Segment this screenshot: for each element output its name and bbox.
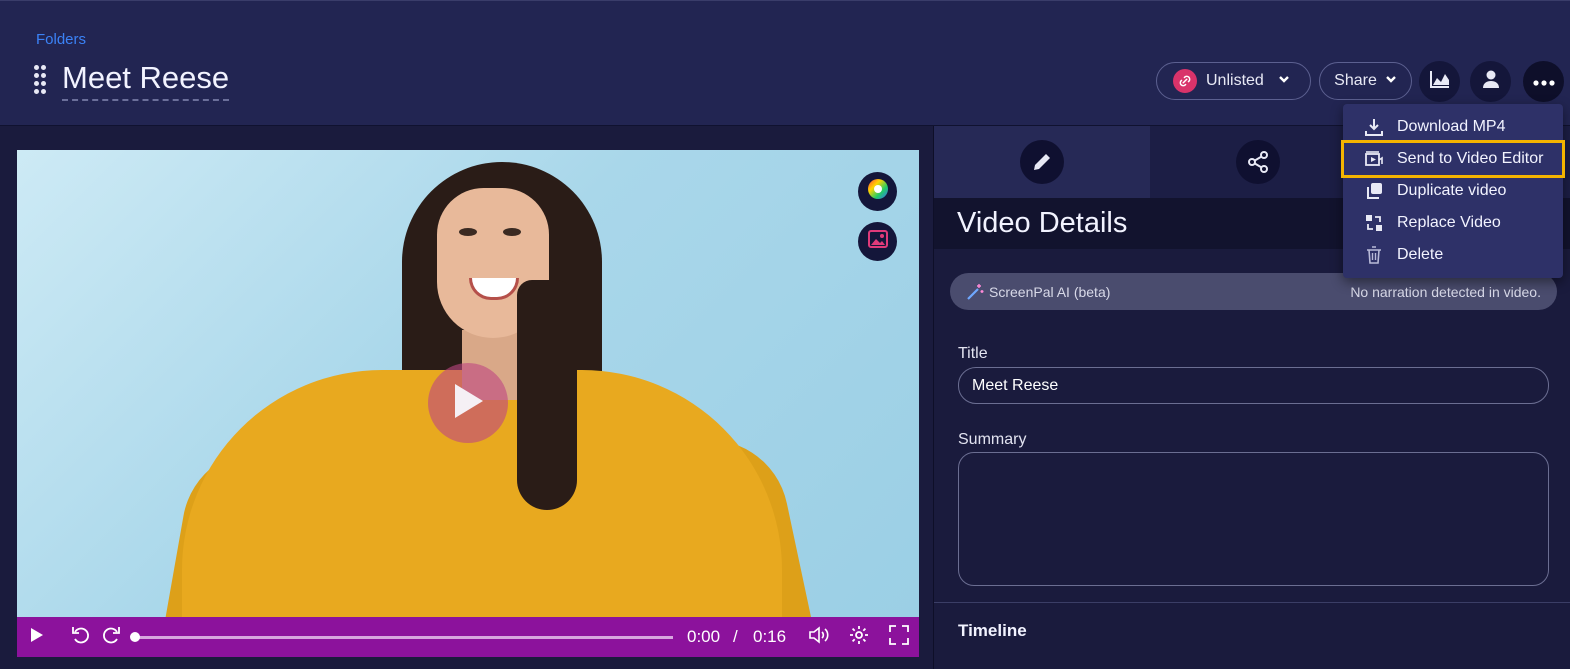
chevron-down-icon bbox=[1278, 72, 1290, 90]
pencil-icon bbox=[1020, 140, 1064, 184]
summary-textarea[interactable] bbox=[958, 452, 1549, 586]
chart-icon bbox=[1429, 69, 1451, 94]
visibility-dropdown[interactable]: Unlisted bbox=[1156, 62, 1311, 100]
share-label: Share bbox=[1334, 72, 1377, 89]
analytics-button[interactable] bbox=[1419, 61, 1460, 102]
video-frame-eye bbox=[459, 228, 477, 236]
volume-icon bbox=[808, 625, 830, 649]
fullscreen-icon bbox=[889, 624, 909, 650]
volume-button[interactable] bbox=[807, 617, 831, 657]
breadcrumb-folders[interactable]: Folders bbox=[36, 31, 86, 48]
ai-label: ScreenPal AI (beta) bbox=[989, 283, 1111, 300]
play-icon bbox=[30, 627, 44, 648]
ai-status: No narration detected in video. bbox=[1350, 283, 1541, 300]
menu-item-send-to-video-editor[interactable]: Send to Video Editor bbox=[1341, 140, 1565, 178]
menu-item-delete[interactable]: Delete bbox=[1343, 239, 1563, 271]
color-wheel-icon bbox=[867, 178, 889, 205]
menu-item-download-mp4[interactable]: Download MP4 bbox=[1343, 111, 1563, 143]
video-frame-eye bbox=[503, 228, 521, 236]
link-icon bbox=[1173, 69, 1197, 93]
drag-handle-icon[interactable] bbox=[34, 65, 48, 97]
tab-edit-details[interactable] bbox=[934, 126, 1150, 198]
ai-assistant-bar[interactable]: ScreenPal AI (beta) No narration detecte… bbox=[950, 273, 1557, 310]
image-icon bbox=[867, 230, 888, 253]
tab-sharing[interactable] bbox=[1150, 126, 1366, 198]
progress-handle[interactable] bbox=[130, 632, 140, 642]
current-time: 0:00 bbox=[687, 627, 721, 646]
progress-track[interactable] bbox=[135, 636, 673, 639]
visibility-label: Unlisted bbox=[1206, 72, 1264, 89]
video-frame-hair bbox=[517, 280, 577, 510]
timeline-heading[interactable]: Timeline bbox=[958, 621, 1027, 641]
more-options-button[interactable] bbox=[1523, 61, 1564, 102]
ellipsis-icon bbox=[1532, 73, 1555, 91]
video-preview[interactable] bbox=[17, 150, 919, 617]
forward-button[interactable] bbox=[99, 617, 123, 657]
menu-item-label: Download MP4 bbox=[1397, 118, 1506, 135]
play-button[interactable] bbox=[25, 617, 49, 657]
menu-item-duplicate-video[interactable]: Duplicate video bbox=[1343, 175, 1563, 207]
section-title: Video Details bbox=[957, 207, 1128, 239]
menu-item-replace-video[interactable]: Replace Video bbox=[1343, 207, 1563, 239]
download-icon bbox=[1365, 118, 1383, 136]
header: Folders Meet Reese Unlisted Share bbox=[0, 0, 1570, 126]
duration: 0:16 bbox=[753, 627, 787, 646]
rewind-icon bbox=[70, 624, 92, 651]
magic-wand-icon bbox=[966, 283, 984, 301]
menu-item-label: Send to Video Editor bbox=[1397, 150, 1544, 167]
chevron-down-icon bbox=[1385, 72, 1397, 90]
title-input[interactable] bbox=[958, 367, 1549, 404]
share-icon bbox=[1236, 140, 1280, 184]
account-button[interactable] bbox=[1470, 61, 1511, 102]
fullscreen-button[interactable] bbox=[887, 617, 911, 657]
more-options-menu: Download MP4 Send to Video Editor Duplic… bbox=[1341, 104, 1565, 278]
user-icon bbox=[1481, 69, 1501, 94]
section-divider bbox=[934, 602, 1570, 603]
player-controls: 0:00 / 0:16 bbox=[17, 617, 919, 657]
share-dropdown[interactable]: Share bbox=[1319, 62, 1412, 100]
gear-icon bbox=[849, 625, 869, 650]
title-label: Title bbox=[958, 345, 988, 362]
menu-item-label: Duplicate video bbox=[1397, 182, 1507, 199]
forward-icon bbox=[100, 624, 122, 651]
video-editor-icon bbox=[1365, 150, 1383, 168]
page-title[interactable]: Meet Reese bbox=[62, 61, 230, 101]
thumbnail-button[interactable] bbox=[858, 222, 897, 261]
replace-icon bbox=[1365, 214, 1383, 232]
color-wheel-button[interactable] bbox=[858, 172, 897, 211]
time-separator: / bbox=[733, 627, 738, 646]
summary-label: Summary bbox=[958, 431, 1027, 448]
menu-item-label: Replace Video bbox=[1397, 214, 1501, 231]
menu-item-label: Delete bbox=[1397, 246, 1444, 263]
settings-button[interactable] bbox=[847, 617, 871, 657]
play-icon bbox=[451, 382, 485, 425]
rewind-button[interactable] bbox=[69, 617, 93, 657]
play-overlay-button[interactable] bbox=[428, 363, 508, 443]
duplicate-icon bbox=[1365, 182, 1383, 200]
trash-icon bbox=[1365, 246, 1383, 264]
